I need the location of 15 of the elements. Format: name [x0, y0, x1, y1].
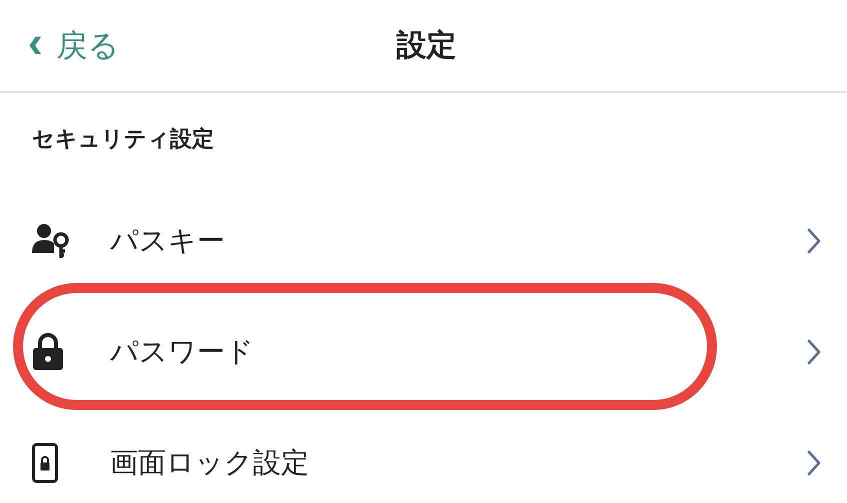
row-label: パスキー: [110, 224, 226, 258]
chevron-right-icon: [807, 338, 821, 364]
settings-row[interactable]: パスワード: [0, 296, 847, 407]
chevron-right-icon: [807, 228, 821, 254]
settings-row[interactable]: 画面ロック設定: [0, 407, 847, 503]
padlock-icon: [32, 332, 64, 370]
settings-row[interactable]: パスキー: [0, 185, 847, 296]
row-label: パスワード: [110, 334, 255, 368]
phone-lock-icon: [32, 442, 58, 482]
section-heading: セキュリティ設定: [32, 125, 214, 153]
row-label: 画面ロック設定: [110, 446, 310, 480]
chevron-right-icon: [807, 450, 821, 476]
person-key-icon: [32, 222, 70, 258]
back-label: 戻る: [56, 26, 120, 64]
page-title: 設定: [396, 28, 456, 64]
